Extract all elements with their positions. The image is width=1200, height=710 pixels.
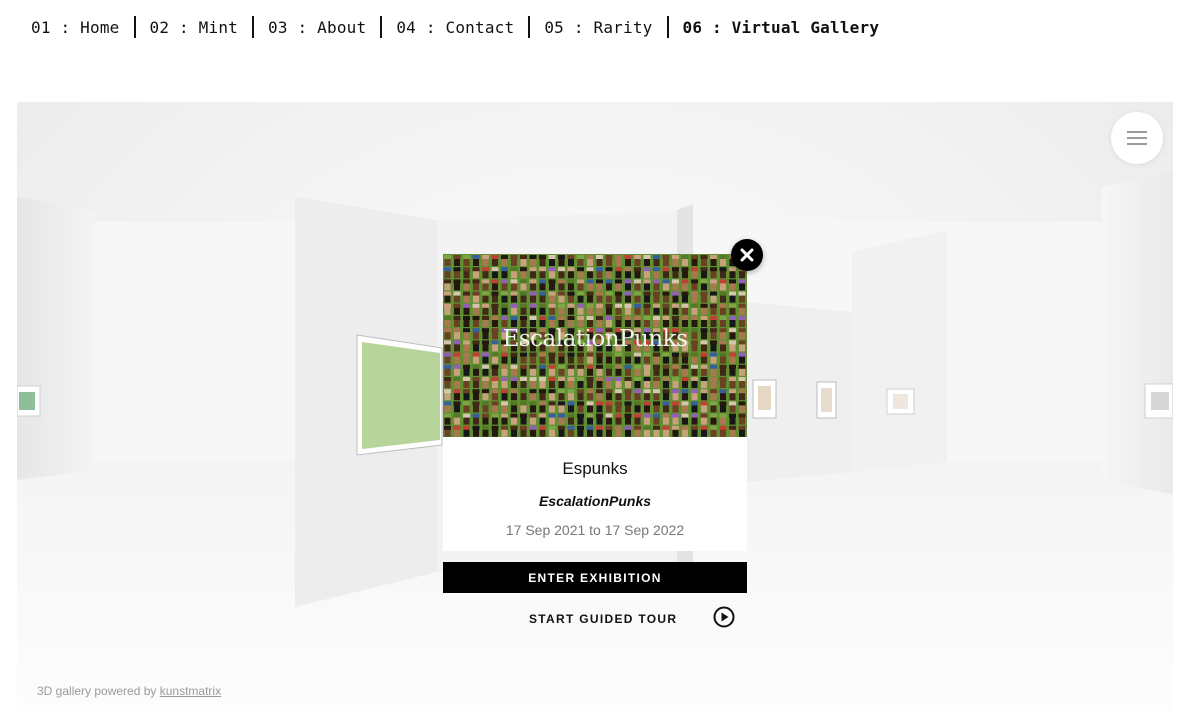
top-navigation: 01 : Home 02 : Mint 03 : About 04 : Cont…	[31, 14, 893, 40]
powered-by-text: 3D gallery powered by	[37, 684, 160, 698]
powered-by-footer: 3D gallery powered by kunstmatrix	[37, 684, 221, 698]
nav-home[interactable]: 01 : Home	[31, 18, 134, 37]
nav-about[interactable]: 03 : About	[254, 18, 380, 37]
nav-virtual-gallery[interactable]: 06 : Virtual Gallery	[669, 18, 894, 37]
nav-rarity[interactable]: 05 : Rarity	[530, 18, 666, 37]
exhibition-dates: 17 Sep 2021 to 17 Sep 2022	[505, 522, 685, 538]
close-icon	[740, 248, 754, 262]
play-circle-icon	[713, 606, 735, 628]
hamburger-menu-icon	[1127, 131, 1147, 145]
exhibition-info: Espunks EscalationPunks 17 Sep 2021 to 1…	[443, 437, 747, 551]
gallery-menu-button[interactable]	[1111, 112, 1163, 164]
exhibition-title: Espunks	[562, 459, 628, 478]
exhibition-artist: EscalationPunks	[538, 493, 652, 509]
kunstmatrix-link[interactable]: kunstmatrix	[160, 684, 221, 698]
guided-tour-label: START GUIDED TOUR	[529, 612, 678, 626]
close-exhibition-button[interactable]	[731, 239, 763, 271]
enter-exhibition-button[interactable]: ENTER EXHIBITION	[443, 562, 747, 593]
nav-mint[interactable]: 02 : Mint	[136, 18, 253, 37]
exhibition-card: EscalationPunks Espunks EscalationPunks …	[443, 254, 747, 551]
cover-title-text: EscalationPunks	[502, 326, 688, 352]
nav-contact[interactable]: 04 : Contact	[382, 18, 528, 37]
start-guided-tour-button[interactable]: START GUIDED TOUR	[443, 602, 747, 634]
exhibition-cover-image[interactable]: EscalationPunks	[443, 254, 747, 437]
